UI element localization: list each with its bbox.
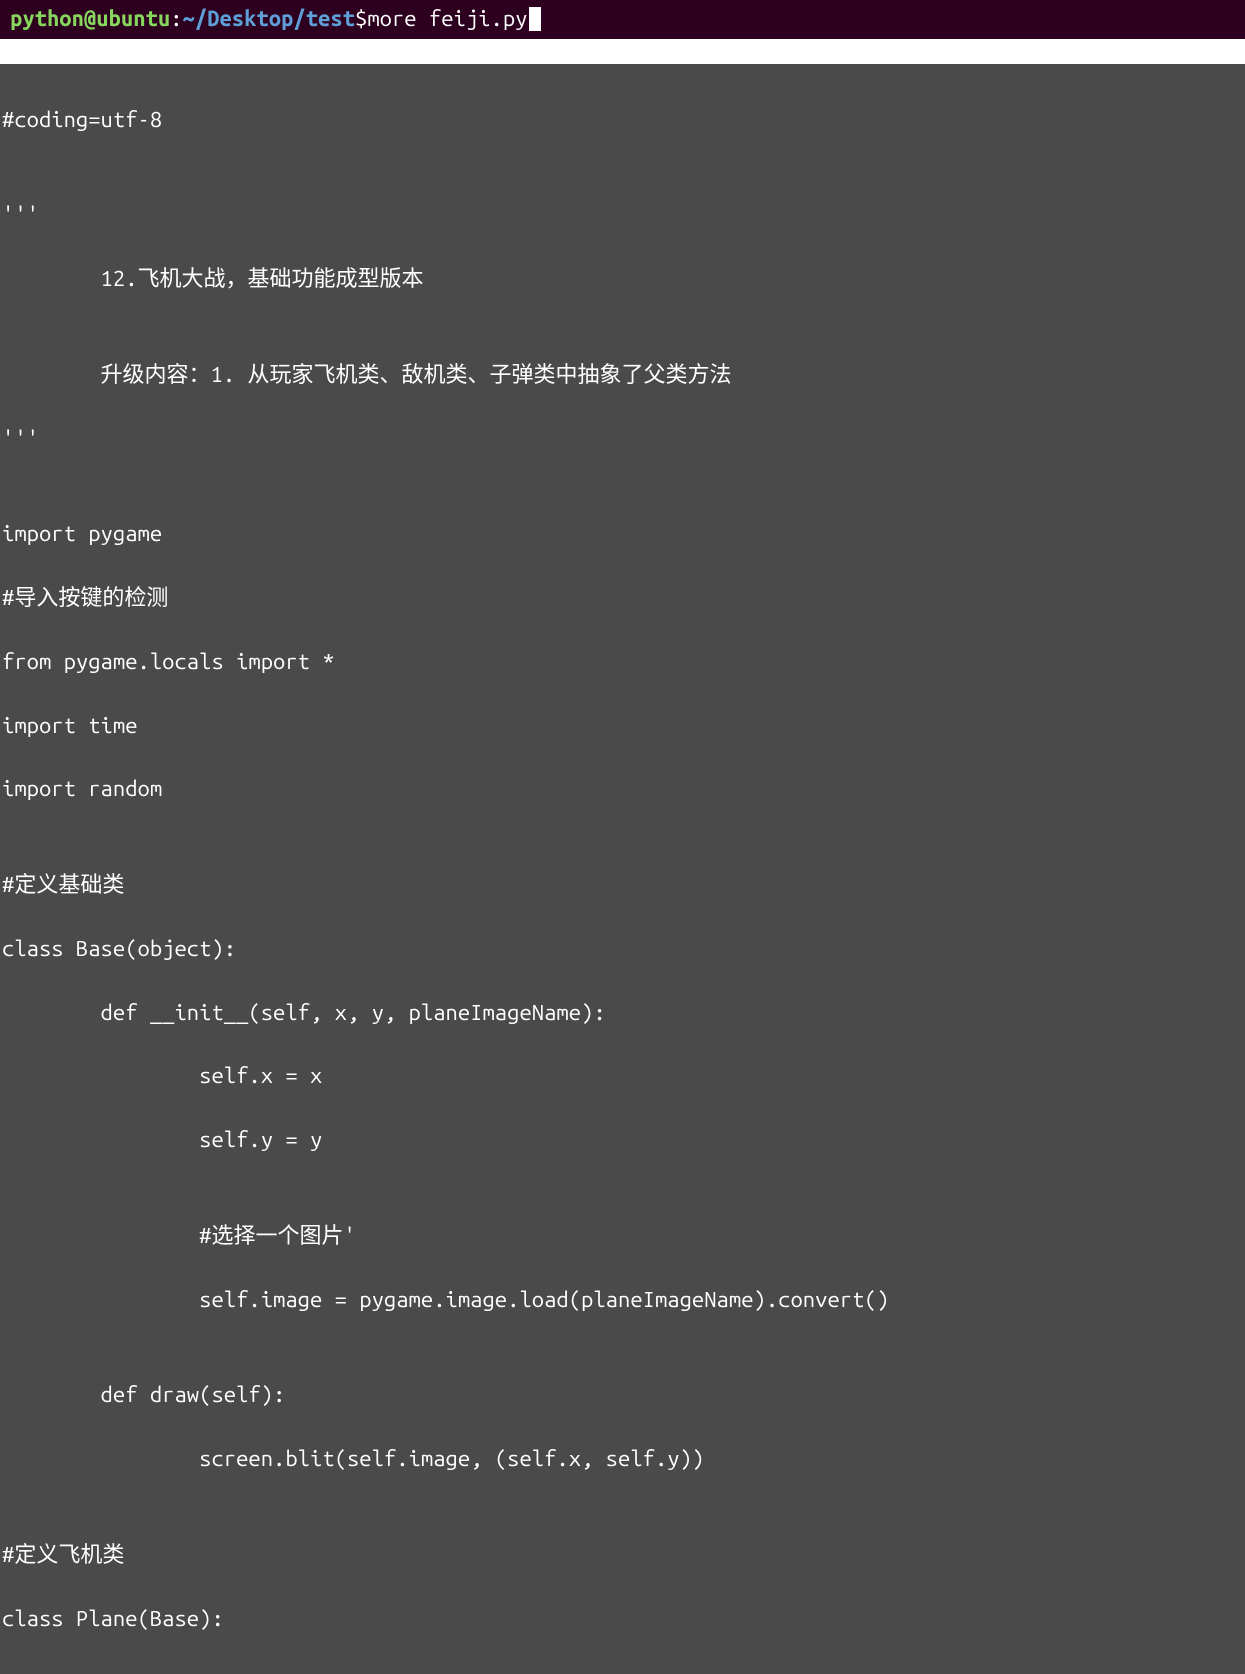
gap — [0, 39, 1245, 64]
code-line: import time — [2, 710, 1243, 742]
terminal-cursor — [529, 7, 541, 31]
code-line: #导入按键的检测 — [2, 582, 1243, 614]
code-line: ''' — [2, 199, 1243, 231]
code-line: screen.blit(self.image, (self.x, self.y)… — [2, 1443, 1243, 1475]
code-line: self.y = y — [2, 1124, 1243, 1156]
code-line: class Plane(Base): — [2, 1603, 1243, 1635]
code-line: 12.飞机大战，基础功能成型版本 — [2, 263, 1243, 295]
terminal-command[interactable]: more feiji.py — [367, 4, 527, 35]
code-line: 升级内容：1. 从玩家飞机类、敌机类、子弹类中抽象了父类方法 — [2, 359, 1243, 391]
prompt-path: ~/Desktop/test — [183, 4, 355, 35]
code-line: #定义基础类 — [2, 869, 1243, 901]
code-line: self.image = pygame.image.load(planeImag… — [2, 1284, 1243, 1316]
terminal-title-bar: python@ubuntu:~/Desktop/test$ more feiji… — [0, 0, 1245, 39]
code-line: from pygame.locals import * — [2, 646, 1243, 678]
code-line: #选择一个图片' — [2, 1220, 1243, 1252]
code-line: import pygame — [2, 518, 1243, 550]
terminal-output[interactable]: #coding=utf-8 ''' 12.飞机大战，基础功能成型版本 升级内容：… — [0, 64, 1245, 1674]
prompt-dollar: $ — [355, 4, 367, 35]
code-line: #coding=utf-8 — [2, 104, 1243, 136]
prompt-user-host: python@ubuntu — [10, 4, 170, 35]
code-line: self.x = x — [2, 1060, 1243, 1092]
prompt-colon: : — [170, 4, 182, 35]
code-line: def draw(self): — [2, 1379, 1243, 1411]
code-line: class Base(object): — [2, 933, 1243, 965]
code-line: def __init__(self, x, y, planeImageName)… — [2, 997, 1243, 1029]
code-line: ''' — [2, 423, 1243, 455]
code-line: #定义飞机类 — [2, 1539, 1243, 1571]
code-line: import random — [2, 773, 1243, 805]
